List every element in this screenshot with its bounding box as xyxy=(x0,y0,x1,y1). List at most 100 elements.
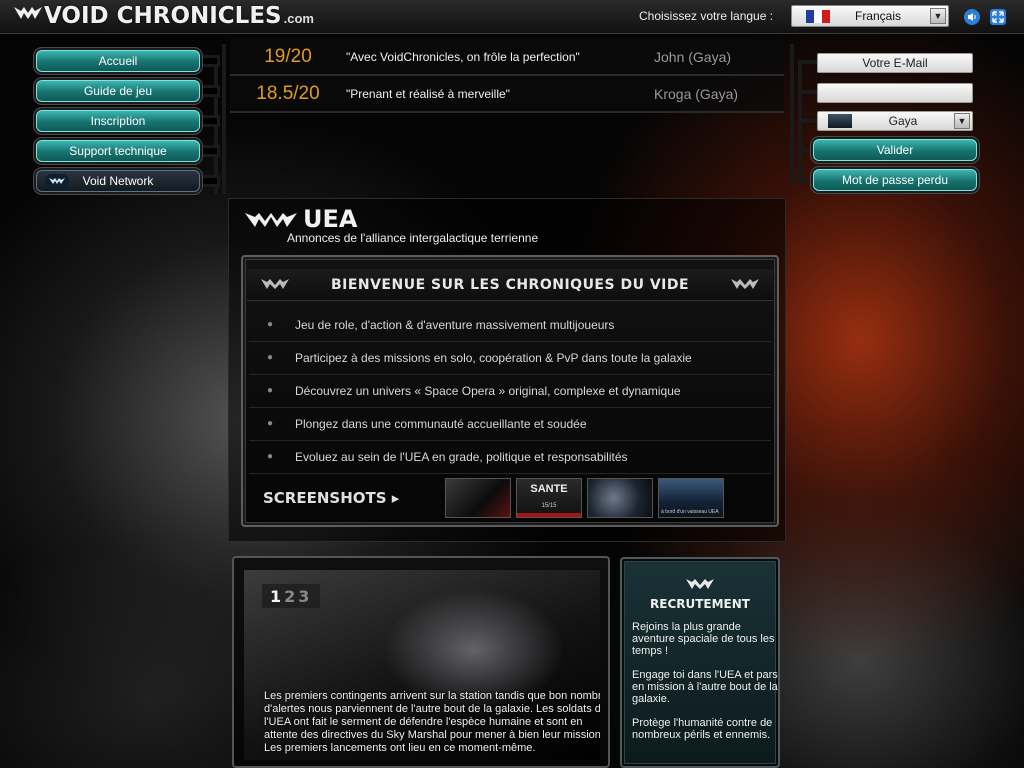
welcome-title: BIENVENUE SUR LES CHRONIQUES DU VIDE xyxy=(330,276,690,293)
page-button-2[interactable]: 2 xyxy=(284,587,295,606)
recruitment-text: Engage toi dans l'UEA et pars en mission… xyxy=(632,669,778,705)
email-field[interactable]: Votre E-Mail xyxy=(817,53,973,73)
list-item: ● Participez à des missions en solo, coop… xyxy=(249,342,771,375)
review-row: 18.5/20 "Prenant et réalisé à merveille"… xyxy=(230,76,784,113)
welcome-panel: BIENVENUE SUR LES CHRONIQUES DU VIDE ● Je… xyxy=(241,255,779,527)
chevron-down-icon[interactable]: ▼ xyxy=(954,113,970,129)
login-connector xyxy=(798,90,818,94)
list-item: ● Jeu de role, d'action & d'aventure mass… xyxy=(249,309,771,342)
news-panel: 1 2 3 Les premiers contingents arrivent … xyxy=(232,556,610,768)
nav-item-accueil[interactable]: Accueil xyxy=(36,50,200,72)
screenshot-thumbnail[interactable]: à bord d'un vaisseau UEA xyxy=(658,478,724,518)
news-image: 1 2 3 Les premiers contingents arrivent … xyxy=(244,570,600,760)
speaker-icon[interactable] xyxy=(964,9,980,25)
news-pager: 1 2 3 xyxy=(262,584,321,608)
nav-connector-rail xyxy=(214,60,218,194)
password-field[interactable] xyxy=(817,83,973,103)
server-select-value: Gaya xyxy=(888,114,918,128)
nav-item-label: Void Network xyxy=(82,174,154,188)
screenshot-thumbnail[interactable]: SANTE 15/15 xyxy=(516,478,582,518)
bullet-icon: ● xyxy=(267,352,274,363)
server-select[interactable]: Gaya ▼ xyxy=(817,111,973,131)
nav-connector xyxy=(200,145,220,157)
nav-item-guide-de-jeu[interactable]: Guide de jeu xyxy=(36,80,200,102)
screenshots-link[interactable]: SCREENSHOTS ▸ xyxy=(263,489,445,507)
feature-text: Participez à des missions en solo, coopé… xyxy=(295,351,692,365)
nav-connector xyxy=(200,85,220,97)
recruitment-panel[interactable]: RECRUTEMENT Rejoins la plus grande avent… xyxy=(620,557,780,768)
login-connector xyxy=(798,119,818,123)
language-select-value: Français xyxy=(854,9,901,23)
login-connector-rail xyxy=(790,44,794,184)
feature-text: Plongez dans une communauté accueillante… xyxy=(295,417,587,431)
bullet-icon: ● xyxy=(267,319,274,330)
screenshot-caption: SANTE xyxy=(530,483,568,495)
review-quote: "Prenant et réalisé à merveille" xyxy=(346,86,510,101)
review-row: 19/20 "Avec VoidChronicles, on frôle la … xyxy=(230,39,784,76)
recruitment-text: Rejoins la plus grande aventure spaciale… xyxy=(632,621,775,657)
section-title: UEA xyxy=(303,205,358,233)
logo-text: VOID CHRONICLES xyxy=(44,3,282,29)
bullet-icon: ● xyxy=(267,451,274,462)
server-thumbnail-icon xyxy=(828,114,852,128)
login-connector xyxy=(798,148,814,152)
login-connector xyxy=(798,178,814,182)
logo-suffix: .com xyxy=(283,11,314,26)
feature-list: ● Jeu de role, d'action & d'aventure mass… xyxy=(249,309,771,474)
nav-item-label: Inscription xyxy=(90,114,146,128)
nav-item-label: Guide de jeu xyxy=(83,84,153,98)
fullscreen-icon[interactable] xyxy=(990,9,1006,25)
page-button-1[interactable]: 1 xyxy=(270,587,281,606)
health-bar xyxy=(517,513,581,517)
uea-section: UEA Annonces de l'alliance intergalactiq… xyxy=(228,198,786,542)
news-text: Les premiers contingents arrivent sur la… xyxy=(264,690,600,754)
wing-icon xyxy=(686,579,714,589)
review-quote: "Avec VoidChronicles, on frôle la perfec… xyxy=(346,49,580,64)
nav-connector-rail xyxy=(222,44,226,194)
screenshot-caption: 15/15 xyxy=(541,503,557,509)
bullet-icon: ● xyxy=(267,385,274,396)
welcome-title-bar: BIENVENUE SUR LES CHRONIQUES DU VIDE xyxy=(247,269,773,301)
section-subtitle: Annonces de l'alliance intergalactique t… xyxy=(287,231,539,245)
void-network-icon xyxy=(45,174,69,188)
site-logo[interactable]: VOID CHRONICLES .com xyxy=(14,3,314,31)
feature-text: Jeu de role, d'action & d'aventure massi… xyxy=(295,318,615,332)
nav-connector xyxy=(200,115,220,127)
bullet-icon: ● xyxy=(267,418,274,429)
review-author: John (Gaya) xyxy=(654,48,732,65)
top-bar: VOID CHRONICLES .com Choisissez votre la… xyxy=(0,0,1024,34)
wing-icon xyxy=(261,279,289,289)
screenshot-thumbnail[interactable] xyxy=(587,478,653,518)
forgot-password-button[interactable]: Mot de passe perdu xyxy=(813,169,977,191)
review-score: 18.5/20 xyxy=(256,82,320,104)
list-item: ● Evoluez au sein de l'UEA en grade, poli… xyxy=(249,441,771,474)
nav-connector xyxy=(200,175,220,187)
screenshots-row: SCREENSHOTS ▸ SANTE 15/15 à bord d'un va… xyxy=(249,475,771,521)
recruitment-title: RECRUTEMENT xyxy=(650,597,750,611)
nav-item-label: Support technique xyxy=(69,144,167,158)
wing-icon xyxy=(731,279,759,289)
nav-item-support-technique[interactable]: Support technique xyxy=(36,140,200,162)
nav-item-void-network[interactable]: Void Network xyxy=(36,170,200,192)
wing-logo-icon xyxy=(14,7,42,19)
review-score: 19/20 xyxy=(264,45,312,67)
nav-item-label: Accueil xyxy=(98,54,138,68)
feature-text: Evoluez au sein de l'UEA en grade, polit… xyxy=(295,450,628,464)
screenshot-thumbnail[interactable] xyxy=(445,478,511,518)
feature-text: Découvrez un univers « Space Opera » ori… xyxy=(295,384,681,398)
uea-wing-icon xyxy=(245,213,297,227)
recruitment-text: Protège l'humanité contre de nombreux pé… xyxy=(632,717,773,741)
france-flag-icon xyxy=(806,9,830,23)
page-button-3[interactable]: 3 xyxy=(298,587,309,606)
nav-item-inscription[interactable]: Inscription xyxy=(36,110,200,132)
language-label: Choisissez votre langue : xyxy=(639,9,774,23)
language-select[interactable]: Français ▼ xyxy=(791,5,949,27)
list-item: ● Découvrez un univers « Space Opera » or… xyxy=(249,375,771,408)
login-connector xyxy=(798,60,818,64)
submit-button[interactable]: Valider xyxy=(813,139,977,161)
screenshot-caption: à bord d'un vaisseau UEA xyxy=(661,509,719,515)
chevron-down-icon[interactable]: ▼ xyxy=(930,8,946,24)
review-author: Kroga (Gaya) xyxy=(654,85,739,102)
reviews-list: 19/20 "Avec VoidChronicles, on frôle la … xyxy=(230,39,784,113)
list-item: ● Plongez dans une communauté accueillant… xyxy=(249,408,771,441)
